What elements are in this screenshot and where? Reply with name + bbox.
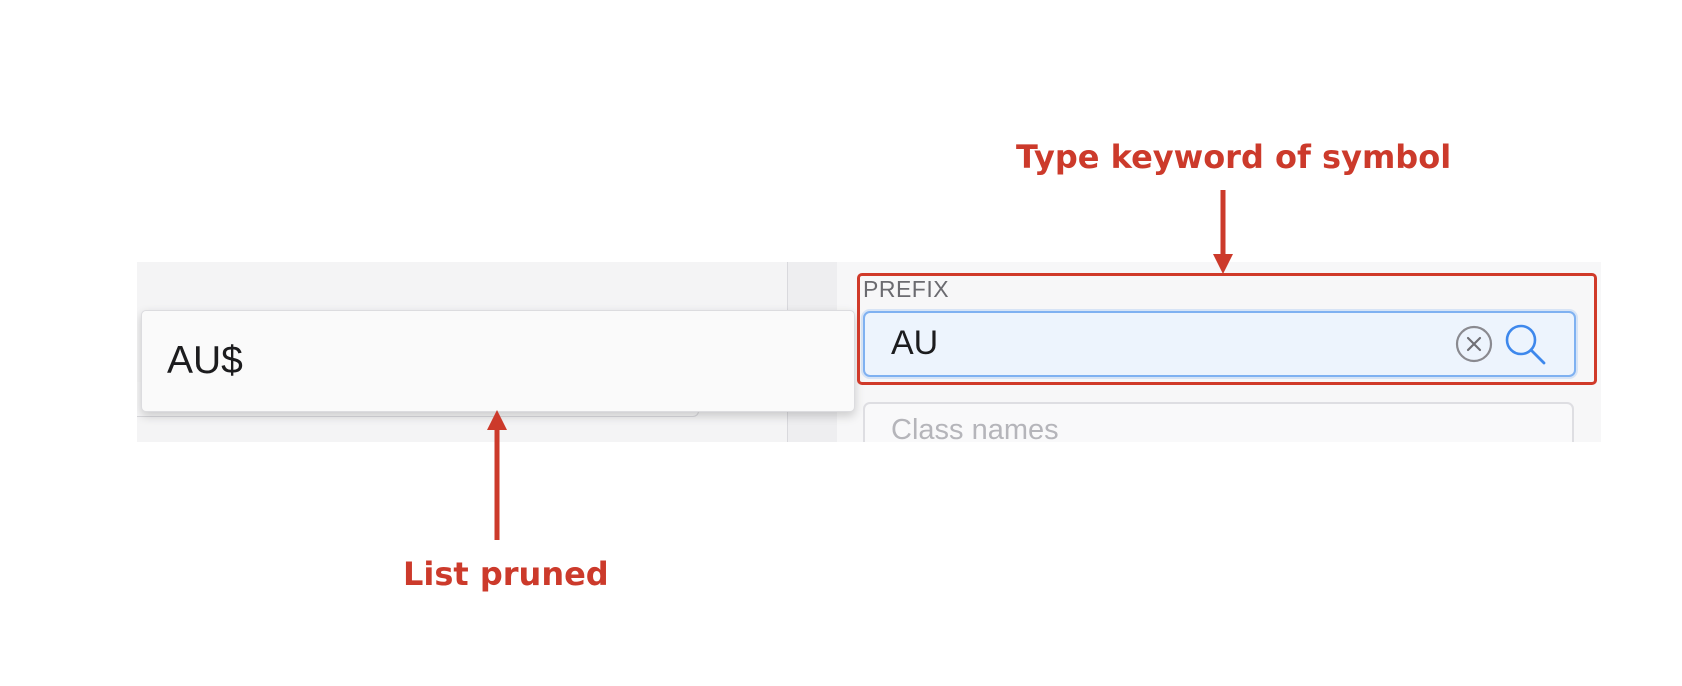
class-names-placeholder: Class names: [891, 414, 1059, 442]
suggestion-item[interactable]: AU$: [167, 339, 243, 383]
arrow-down-icon: [1213, 190, 1233, 274]
annotation-type-keyword: Type keyword of symbol: [1016, 138, 1452, 176]
annotation-list-pruned: List pruned: [403, 555, 609, 593]
arrow-up-icon: [487, 410, 507, 540]
class-names-input[interactable]: Class names: [863, 402, 1574, 442]
highlight-box: [857, 273, 1597, 385]
suggestion-dropdown: AU$: [141, 310, 855, 412]
